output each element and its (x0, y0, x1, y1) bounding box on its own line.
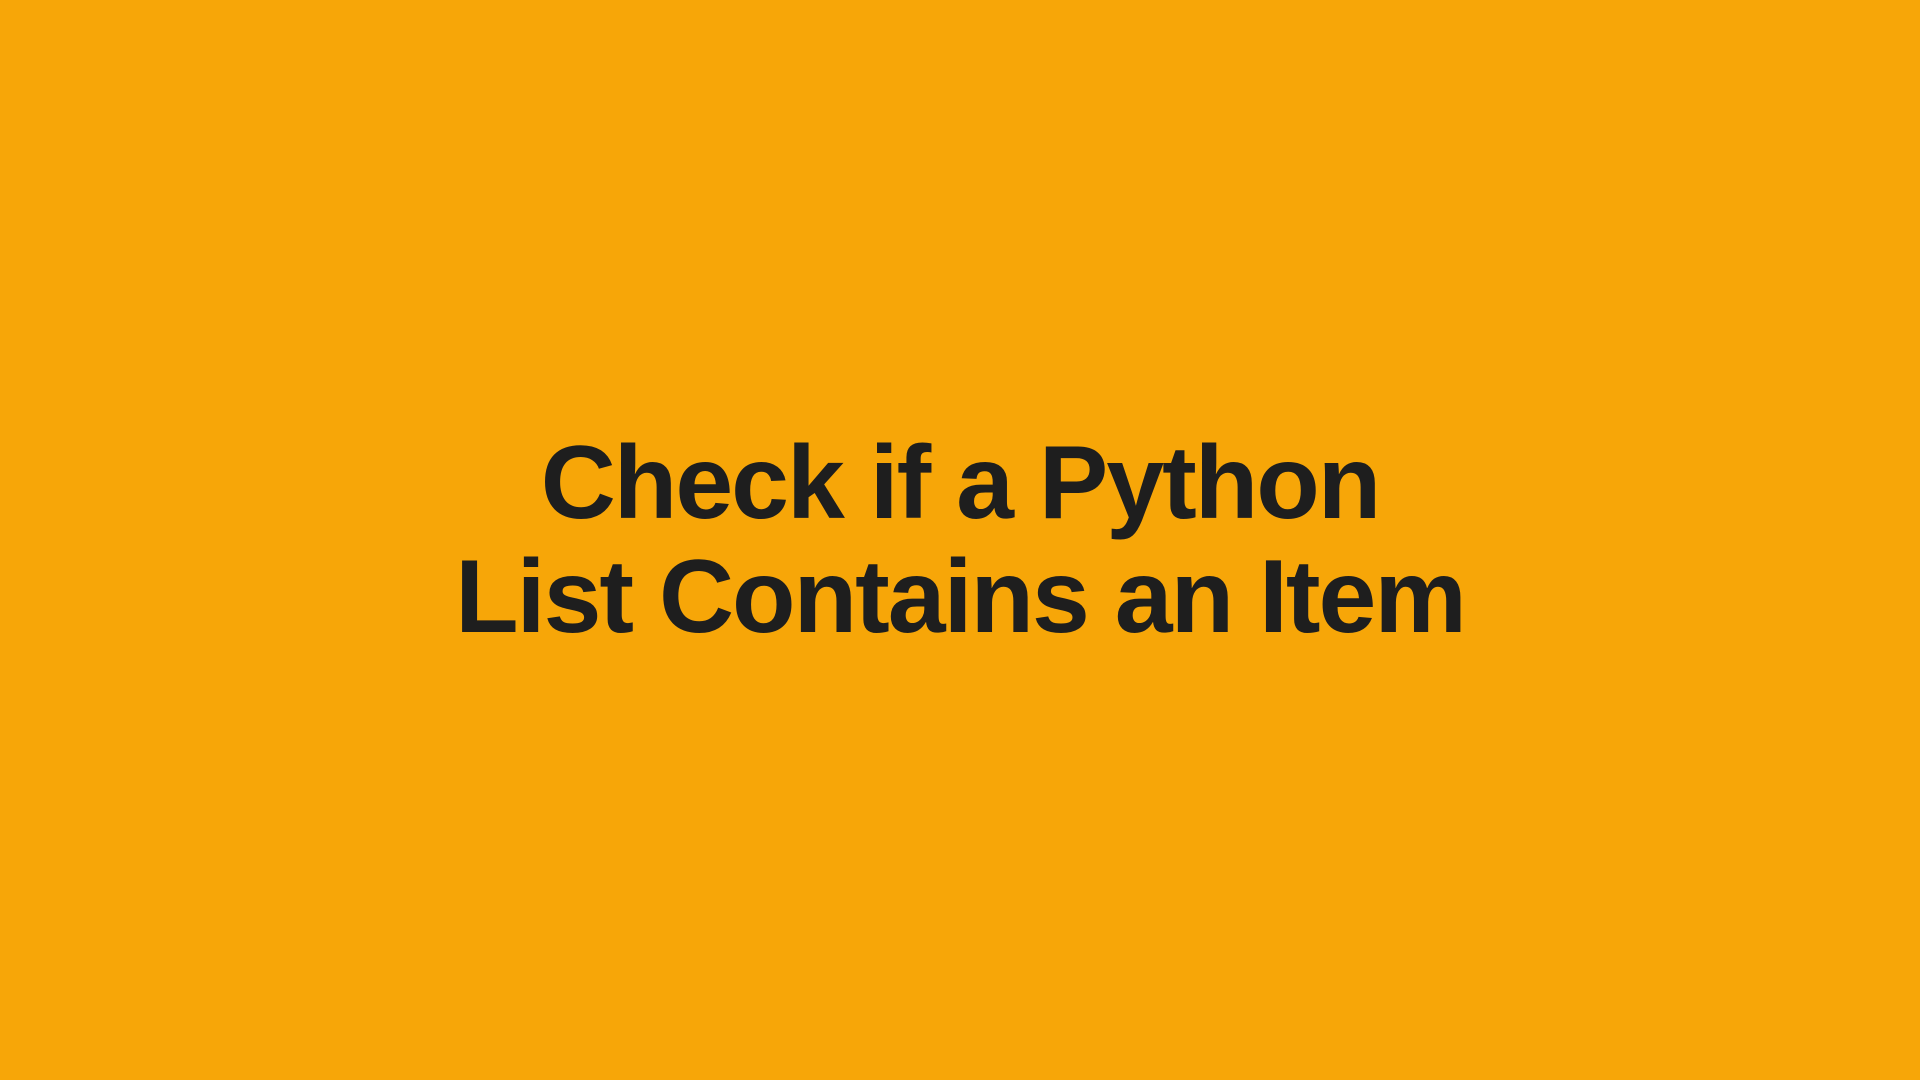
title-line-1: Check if a Python (455, 426, 1465, 540)
title-line-2: List Contains an Item (455, 540, 1465, 654)
slide-title: Check if a Python List Contains an Item (455, 426, 1465, 655)
